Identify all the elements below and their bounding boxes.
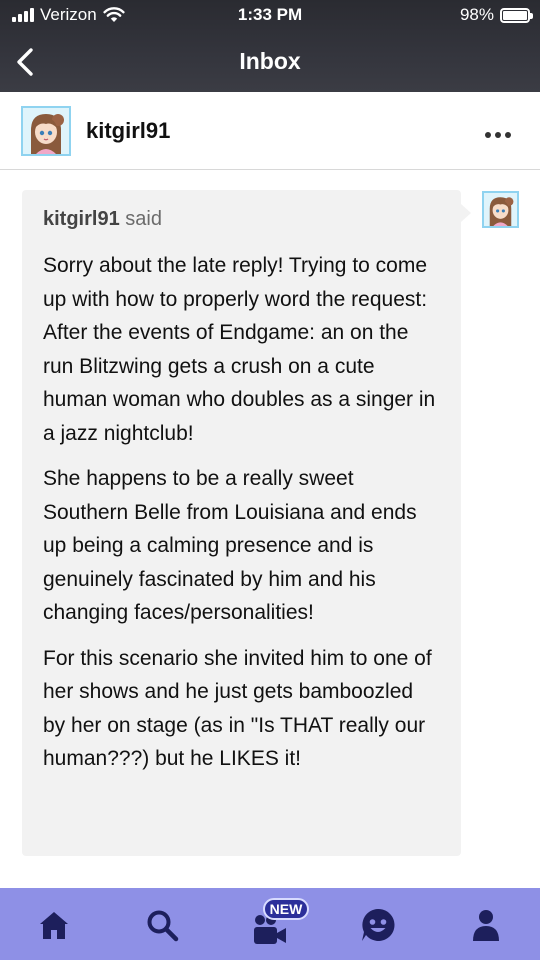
account-icon: [473, 910, 499, 941]
message-paragraph: For this scenario she invited him to one…: [43, 646, 432, 771]
new-badge: NEW: [263, 898, 309, 920]
avatar[interactable]: [21, 106, 71, 156]
more-icon: [485, 132, 511, 138]
avatar-image: [23, 108, 69, 154]
tab-search[interactable]: [137, 900, 187, 950]
conversation-username[interactable]: kitgirl91: [86, 118, 170, 144]
home-icon: [40, 912, 68, 939]
tab-home[interactable]: [29, 900, 79, 950]
nav-bar: Inbox: [0, 32, 540, 92]
chat-icon: [362, 908, 395, 941]
conversation-header: kitgirl91: [0, 92, 540, 170]
tab-account[interactable]: [461, 900, 511, 950]
tab-chat[interactable]: [353, 900, 403, 950]
search-icon: [147, 910, 179, 942]
top-header: Verizon 1:33 PM 98% Inbox: [0, 0, 540, 92]
message-sender[interactable]: kitgirl91: [43, 208, 120, 230]
battery-percent: 98%: [459, 5, 494, 24]
message-paragraph: She happens to be a really sweet Souther…: [43, 467, 417, 624]
said-label: said: [125, 208, 162, 230]
message-paragraph: Sorry about the late reply! Trying to co…: [43, 254, 436, 445]
message-bubble: kitgirl91 said Sorry about the late repl…: [22, 190, 471, 856]
message-attribution: kitgirl91 said: [43, 208, 440, 231]
battery-group: 98%: [459, 5, 533, 25]
page-title: Inbox: [239, 48, 301, 74]
status-bar: Verizon 1:33 PM 98%: [0, 0, 540, 32]
more-options-button[interactable]: [484, 118, 512, 146]
sender-avatar[interactable]: [482, 191, 519, 228]
battery-icon: [500, 7, 533, 23]
avatar-image: [484, 193, 517, 226]
